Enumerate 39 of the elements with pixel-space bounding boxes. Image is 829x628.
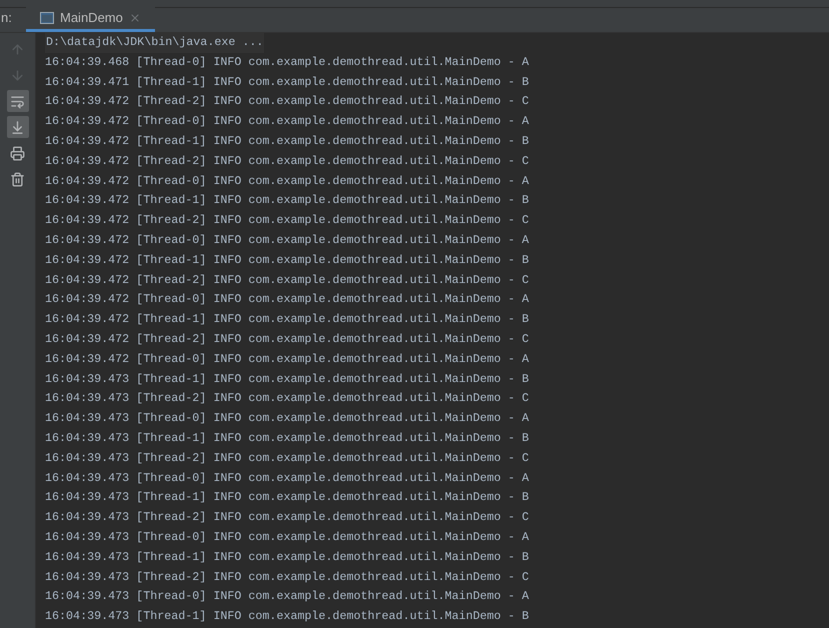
log-line: 16:04:39.472 [Thread-1] INFO com.example.demothread.util.MainDemo - B — [45, 252, 529, 269]
log-line: 16:04:39.471 [Thread-1] INFO com.example.demothread.util.MainDemo - B — [45, 74, 529, 91]
log-line: 16:04:39.473 [Thread-1] INFO com.example.demothread.util.MainDemo - B — [45, 489, 529, 506]
soft-wrap-button[interactable] — [6, 90, 28, 112]
log-line: 16:04:39.473 [Thread-0] INFO com.example.demothread.util.MainDemo - A — [45, 588, 529, 606]
log-line: 16:04:39.473 [Thread-2] INFO com.example.demothread.util.MainDemo - C — [45, 450, 529, 467]
log-line: 16:04:39.473 [Thread-1] INFO com.example.demothread.util.MainDemo - B — [45, 548, 529, 566]
down-arrow-icon — [10, 68, 25, 82]
run-label: n: — [0, 8, 13, 26]
log-line: 16:04:39.472 [Thread-2] INFO com.example.demothread.util.MainDemo - C — [45, 152, 529, 170]
log-line: 16:04:39.472 [Thread-0] INFO com.example.demothread.util.MainDemo - A — [45, 291, 529, 308]
log-line: 16:04:39.473 [Thread-0] INFO com.example.demothread.util.MainDemo - A — [45, 410, 529, 428]
log-line: 16:04:39.472 [Thread-1] INFO com.example.demothread.util.MainDemo - B — [45, 192, 529, 210]
soft-wrap-icon — [10, 94, 25, 108]
log-line: 16:04:39.473 [Thread-2] INFO com.example.demothread.util.MainDemo - C — [45, 390, 529, 408]
log-line: 16:04:39.472 [Thread-0] INFO com.example.demothread.util.MainDemo - A — [45, 113, 529, 130]
log-line: 16:04:39.473 [Thread-1] INFO com.example.demothread.util.MainDemo - B — [45, 430, 529, 447]
console-icon — [40, 12, 54, 24]
log-line: 16:04:39.473 [Thread-0] INFO com.example.demothread.util.MainDemo - A — [45, 470, 529, 487]
log-line: 16:04:39.472 [Thread-1] INFO com.example.demothread.util.MainDemo - B — [45, 132, 529, 150]
print-icon — [10, 146, 25, 160]
log-line: 16:04:39.473 [Thread-1] INFO com.example.demothread.util.MainDemo - B — [45, 608, 529, 626]
log-line: 16:04:39.472 [Thread-2] INFO com.example.demothread.util.MainDemo - C — [45, 212, 529, 230]
log-line: 16:04:39.472 [Thread-0] INFO com.example.demothread.util.MainDemo - A — [45, 232, 529, 249]
log-line: 16:04:39.472 [Thread-0] INFO com.example.demothread.util.MainDemo - A — [45, 350, 529, 368]
log-line: 16:04:39.468 [Thread-0] INFO com.example.demothread.util.MainDemo - A — [45, 54, 529, 71]
log-line: 16:04:39.472 [Thread-2] INFO com.example.demothread.util.MainDemo - C — [45, 330, 529, 348]
tab[interactable]: MainDemo — [26, 7, 155, 32]
scroll-to-end-button[interactable] — [6, 116, 28, 138]
trash-icon — [10, 172, 25, 186]
log-line: 16:04:39.472 [Thread-1] INFO com.example.demothread.util.MainDemo - B — [45, 311, 529, 328]
scroll-to-end-icon — [10, 120, 25, 134]
log-line: 16:04:39.473 [Thread-0] INFO com.example.demothread.util.MainDemo - A — [45, 528, 529, 546]
log-line: 16:04:39.472 [Thread-2] INFO com.example.demothread.util.MainDemo - C — [45, 272, 529, 289]
log-line: 16:04:39.473 [Thread-2] INFO com.example.demothread.util.MainDemo - C — [45, 509, 529, 526]
log-line: 16:04:39.473 [Thread-2] INFO com.example.demothread.util.MainDemo - C — [45, 568, 529, 586]
log-line: 16:04:39.472 [Thread-0] INFO com.example.demothread.util.MainDemo - A — [45, 172, 529, 190]
log-line: 16:04:39.473 [Thread-1] INFO com.example.demothread.util.MainDemo - B — [45, 370, 529, 388]
log-line: 16:04:39.472 [Thread-2] INFO com.example.demothread.util.MainDemo - C — [45, 93, 529, 110]
